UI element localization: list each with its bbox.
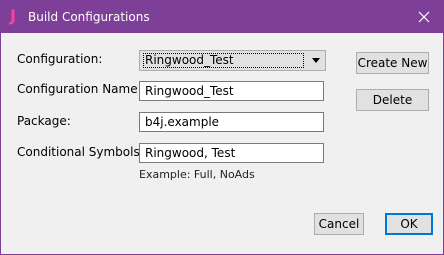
configuration-name-label: Configuration Name: bbox=[17, 82, 142, 96]
conditional-symbols-hint: Example: Full, NoAds bbox=[139, 168, 255, 181]
package-label: Package: bbox=[17, 114, 71, 128]
create-new-button[interactable]: Create New bbox=[356, 52, 429, 74]
configuration-label: Configuration: bbox=[17, 52, 103, 66]
conditional-symbols-label: Conditional Symbols: bbox=[17, 145, 144, 159]
cancel-button[interactable]: Cancel bbox=[314, 213, 364, 235]
build-configurations-dialog: J Build Configurations Configuration: Ri… bbox=[0, 0, 444, 255]
configuration-dropdown[interactable]: Ringwood_Test bbox=[139, 50, 326, 71]
title-bar[interactable]: J Build Configurations bbox=[1, 1, 443, 33]
close-icon bbox=[418, 11, 430, 23]
window-title: Build Configurations bbox=[28, 10, 150, 24]
configuration-selected-value: Ringwood_Test bbox=[143, 53, 304, 68]
conditional-symbols-field[interactable]: Ringwood, Test bbox=[139, 143, 324, 163]
configuration-name-field[interactable]: Ringwood_Test bbox=[139, 81, 324, 101]
close-button[interactable] bbox=[405, 1, 443, 33]
dropdown-arrow-icon bbox=[312, 58, 320, 63]
app-logo-icon: J bbox=[10, 6, 16, 25]
delete-button[interactable]: Delete bbox=[356, 89, 429, 111]
ok-button[interactable]: OK bbox=[385, 213, 433, 235]
package-field[interactable]: b4j.example bbox=[139, 112, 324, 132]
